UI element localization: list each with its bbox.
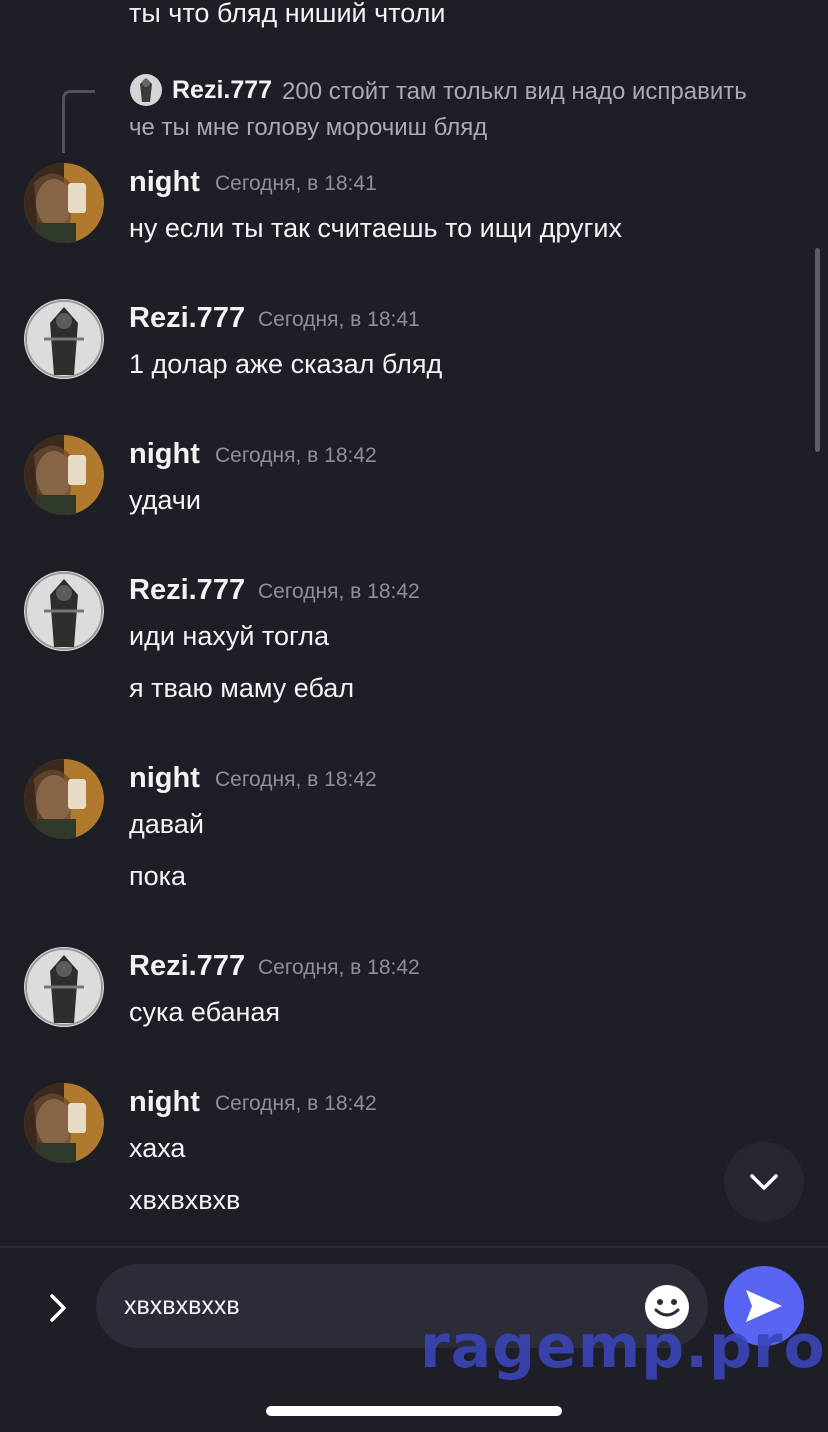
avatar-night[interactable] — [24, 163, 104, 243]
reply-author[interactable]: Rezi.777 — [172, 76, 272, 105]
message-line: пока — [129, 861, 187, 891]
avatar-night[interactable] — [24, 1083, 104, 1163]
scroll-to-bottom-button[interactable] — [724, 1142, 804, 1222]
message-author[interactable]: Rezi.777 — [129, 574, 245, 607]
composer-divider — [0, 1246, 828, 1248]
message-line: хаха — [129, 1133, 186, 1163]
chevron-right-icon — [50, 1294, 66, 1322]
message-timestamp: Сегодня, в 18:41 — [215, 172, 377, 195]
message-author[interactable]: night — [129, 438, 200, 471]
watermark: ragemp.pro — [420, 1312, 826, 1382]
reply-preview-continued[interactable]: че ты мне голову морочиш бляд — [129, 114, 487, 142]
message-timestamp: Сегодня, в 18:42 — [215, 768, 377, 791]
scrollbar-thumb[interactable] — [815, 248, 820, 452]
message-line: давай — [129, 809, 204, 839]
home-indicator — [266, 1406, 562, 1416]
reply-connector — [62, 90, 95, 153]
message-timestamp: Сегодня, в 18:42 — [215, 1092, 377, 1115]
avatar-rezi[interactable] — [24, 571, 104, 651]
message-line: сука ебаная — [129, 997, 281, 1027]
message-timestamp: Сегодня, в 18:41 — [258, 308, 420, 331]
avatar-rezi[interactable] — [24, 299, 104, 379]
message-author[interactable]: night — [129, 1086, 200, 1119]
avatar-night[interactable] — [24, 435, 104, 515]
message-line: иди нахуй тогла — [129, 621, 330, 651]
message-author[interactable]: night — [129, 166, 200, 199]
reply-preview[interactable]: 200 стойт там толькл вид надо исправить — [282, 78, 747, 106]
reply-avatar[interactable] — [130, 74, 162, 106]
message-line: ты что бляд ниший чтоли — [129, 0, 446, 28]
message-timestamp: Сегодня, в 18:42 — [215, 444, 377, 467]
message-input-value[interactable]: хвхвхвххв — [124, 1292, 240, 1321]
message-author[interactable]: Rezi.777 — [129, 950, 245, 983]
message-author[interactable]: Rezi.777 — [129, 302, 245, 335]
message-line: хвхвхвхв — [129, 1185, 241, 1215]
avatar-night[interactable] — [24, 759, 104, 839]
expand-actions-button[interactable] — [38, 1288, 78, 1328]
message-author[interactable]: night — [129, 762, 200, 795]
message-line: удачи — [129, 485, 201, 515]
avatar-rezi[interactable] — [24, 947, 104, 1027]
message-line: ну если ты так считаешь то ищи других — [129, 213, 622, 243]
message-timestamp: Сегодня, в 18:42 — [258, 956, 420, 979]
message-line: я тваю маму ебал — [129, 673, 355, 703]
message-timestamp: Сегодня, в 18:42 — [258, 580, 420, 603]
chevron-down-icon — [750, 1174, 778, 1190]
message-line: 1 долар аже сказал бляд — [129, 349, 443, 379]
